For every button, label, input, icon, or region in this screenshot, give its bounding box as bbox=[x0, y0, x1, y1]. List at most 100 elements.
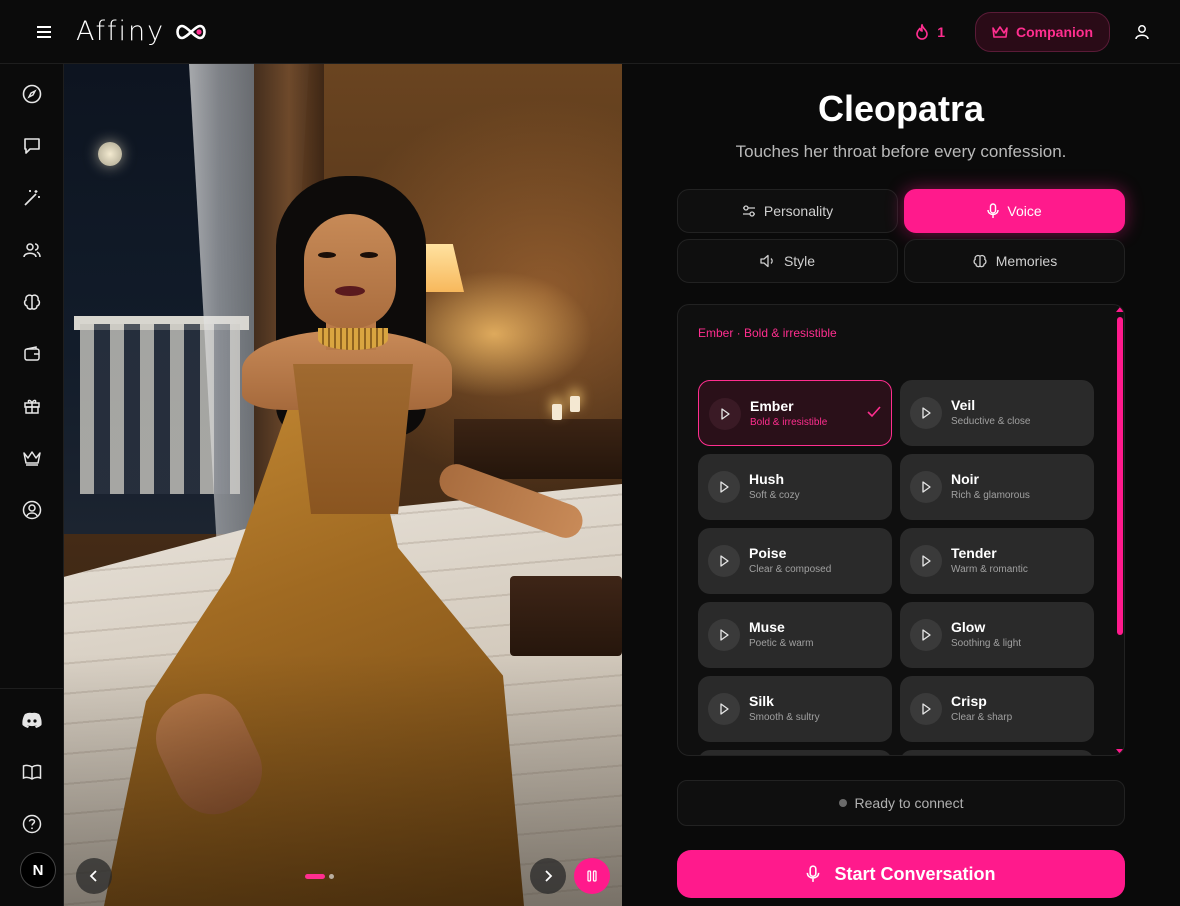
voice-option-muse[interactable]: Muse Poetic & warm bbox=[698, 602, 892, 668]
play-icon bbox=[720, 629, 729, 641]
play-preview-button[interactable] bbox=[708, 619, 740, 651]
sidebar-item-chats[interactable] bbox=[16, 130, 48, 162]
voice-description: Clear & composed bbox=[749, 564, 832, 575]
user-avatar[interactable]: N bbox=[20, 852, 56, 888]
sidebar-item-explore[interactable] bbox=[16, 78, 48, 110]
streak-counter[interactable]: 1 bbox=[915, 23, 945, 40]
scrollbar-thumb[interactable] bbox=[1117, 317, 1123, 635]
play-preview-button[interactable] bbox=[910, 693, 942, 725]
start-conversation-button[interactable]: Start Conversation bbox=[677, 850, 1125, 898]
play-preview-button[interactable] bbox=[708, 545, 740, 577]
play-icon bbox=[922, 629, 931, 641]
voice-description: Clear & sharp bbox=[951, 712, 1013, 723]
voice-option-partial[interactable] bbox=[698, 750, 892, 755]
voice-selector: Ember · Bold & irresistible Ember Bold &… bbox=[677, 304, 1125, 756]
voice-description: Soothing & light bbox=[951, 638, 1022, 649]
scroll-down-arrow[interactable] bbox=[1116, 749, 1124, 754]
scroll-up-arrow[interactable] bbox=[1116, 307, 1124, 312]
tab-label: Style bbox=[783, 253, 816, 269]
sidebar-item-community[interactable] bbox=[16, 234, 48, 266]
users-icon bbox=[23, 243, 41, 258]
companion-button[interactable]: Companion bbox=[975, 11, 1110, 52]
play-icon bbox=[922, 703, 931, 715]
magic-wand-icon bbox=[24, 190, 40, 206]
voice-description: Warm & romantic bbox=[951, 564, 1028, 575]
menu-button[interactable] bbox=[24, 12, 64, 52]
voice-option-noir[interactable]: Noir Rich & glamorous bbox=[900, 454, 1094, 520]
logo[interactable]: Affiny bbox=[76, 16, 209, 47]
voice-option-crisp[interactable]: Crisp Clear & sharp bbox=[900, 676, 1094, 742]
voice-name: Silk bbox=[749, 693, 774, 709]
play-preview-button[interactable] bbox=[708, 471, 740, 503]
pagination-dot[interactable] bbox=[329, 874, 334, 879]
play-icon bbox=[720, 555, 729, 567]
tab-personality[interactable]: Personality bbox=[677, 189, 898, 233]
voice-name: Muse bbox=[749, 619, 785, 635]
logo-text: Affiny bbox=[76, 16, 166, 47]
voice-description: Rich & glamorous bbox=[951, 490, 1030, 501]
voice-name: Hush bbox=[749, 471, 784, 487]
sidebar: N bbox=[0, 64, 64, 906]
tab-label: Memories bbox=[995, 253, 1058, 269]
sidebar-item-wallet[interactable] bbox=[16, 338, 48, 370]
sidebar-item-discord[interactable] bbox=[16, 704, 48, 736]
top-header: Affiny 1 Companion bbox=[0, 0, 1180, 64]
companion-label: Companion bbox=[1016, 23, 1093, 40]
play-preview-button[interactable] bbox=[910, 619, 942, 651]
sidebar-item-memories[interactable] bbox=[16, 286, 48, 318]
speaker-icon bbox=[760, 254, 773, 268]
wallet-icon bbox=[24, 346, 40, 361]
sidebar-item-create[interactable] bbox=[16, 182, 48, 214]
start-conversation-label: Start Conversation bbox=[834, 863, 996, 884]
selected-voice-summary: Ember · Bold & irresistible bbox=[698, 326, 837, 340]
voice-option-ember[interactable]: Ember Bold & irresistible bbox=[698, 380, 892, 446]
account-button[interactable] bbox=[1130, 20, 1154, 44]
voice-name: Veil bbox=[951, 397, 976, 413]
character-panel: Cleopatra Touches her throat before ever… bbox=[622, 64, 1180, 906]
sidebar-item-profile[interactable] bbox=[16, 494, 48, 526]
play-preview-button[interactable] bbox=[709, 398, 741, 430]
streak-count: 1 bbox=[937, 23, 945, 40]
tab-label: Personality bbox=[763, 203, 834, 219]
voice-option-hush[interactable]: Hush Soft & cozy bbox=[698, 454, 892, 520]
crown-icon bbox=[992, 25, 1008, 38]
connection-status: Ready to connect bbox=[677, 780, 1125, 826]
brain-icon bbox=[23, 294, 41, 310]
voice-option-veil[interactable]: Veil Seductive & close bbox=[900, 380, 1094, 446]
voice-option-tender[interactable]: Tender Warm & romantic bbox=[900, 528, 1094, 594]
sidebar-item-guide[interactable] bbox=[16, 756, 48, 788]
sidebar-item-help[interactable] bbox=[16, 808, 48, 840]
pause-slideshow-button[interactable] bbox=[574, 858, 610, 894]
next-photo-button[interactable] bbox=[530, 858, 566, 894]
chevron-right-icon bbox=[545, 870, 553, 882]
voice-name: Ember bbox=[750, 398, 794, 414]
brain-icon bbox=[973, 254, 987, 268]
voice-option-poise[interactable]: Poise Clear & composed bbox=[698, 528, 892, 594]
character-tagline: Touches her throat before every confessi… bbox=[735, 142, 1067, 161]
play-icon bbox=[720, 481, 729, 493]
tab-style[interactable]: Style bbox=[677, 239, 898, 283]
sidebar-item-gifts[interactable] bbox=[16, 390, 48, 422]
voice-name: Glow bbox=[951, 619, 986, 635]
discord-icon bbox=[22, 712, 42, 728]
voice-name: Poise bbox=[749, 545, 787, 561]
voice-option-glow[interactable]: Glow Soothing & light bbox=[900, 602, 1094, 668]
sidebar-item-premium[interactable] bbox=[16, 442, 48, 474]
photo-overlay bbox=[64, 64, 622, 906]
pagination-dot-active[interactable] bbox=[305, 874, 325, 879]
voice-description: Seductive & close bbox=[951, 416, 1031, 427]
pause-icon bbox=[587, 870, 597, 882]
voice-option-silk[interactable]: Silk Smooth & sultry bbox=[698, 676, 892, 742]
avatar-initial: N bbox=[32, 861, 44, 879]
previous-photo-button[interactable] bbox=[76, 858, 112, 894]
play-preview-button[interactable] bbox=[910, 545, 942, 577]
tab-memories[interactable]: Memories bbox=[904, 239, 1125, 283]
photo-pagination bbox=[305, 874, 334, 879]
tab-voice[interactable]: Voice bbox=[904, 189, 1125, 233]
character-name: Cleopatra bbox=[817, 88, 985, 129]
voice-option-partial[interactable] bbox=[900, 750, 1094, 755]
play-icon bbox=[922, 407, 931, 419]
play-preview-button[interactable] bbox=[910, 397, 942, 429]
play-preview-button[interactable] bbox=[708, 693, 740, 725]
play-preview-button[interactable] bbox=[910, 471, 942, 503]
